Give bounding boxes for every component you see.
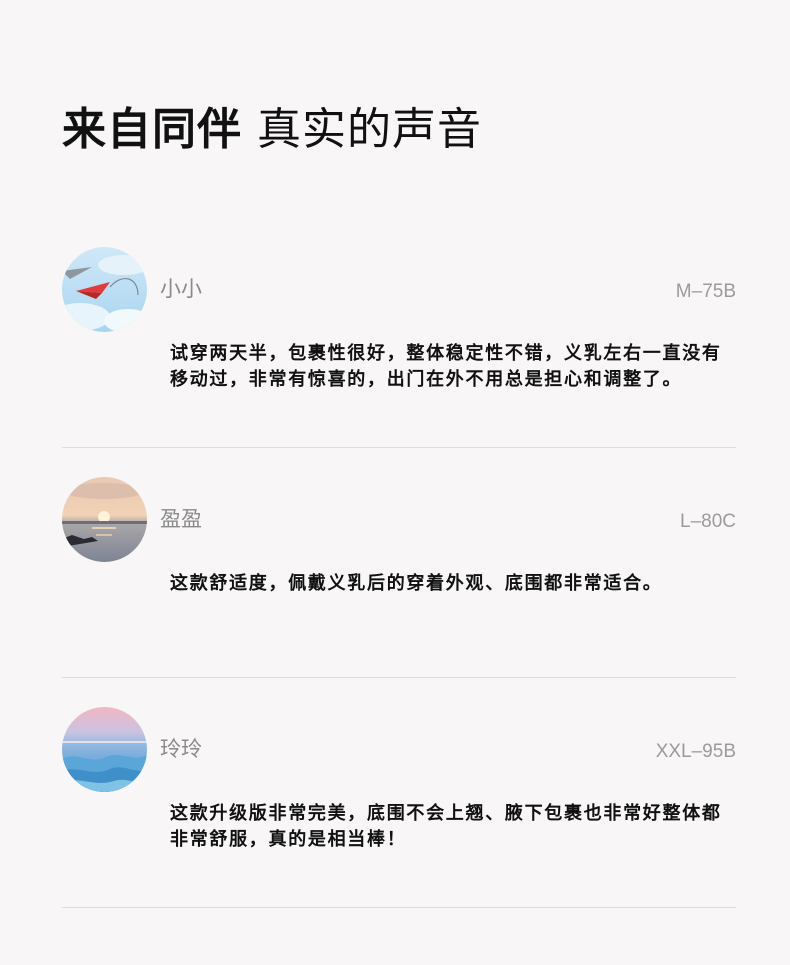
avatar bbox=[62, 247, 147, 332]
divider bbox=[62, 677, 736, 678]
user-name: 玲玲 bbox=[160, 737, 202, 761]
ocean-wave-avatar-image bbox=[62, 707, 147, 792]
page-title-sub: 真实的声音 bbox=[242, 104, 482, 155]
paper-plane-avatar-image bbox=[62, 247, 147, 332]
review-card: 小小 M–75B 试穿两天半，包裹性很好，整体稳定性不错，义乳左右一直没有移动过… bbox=[62, 247, 736, 477]
user-name: 小小 bbox=[160, 277, 202, 301]
review-card: 盈盈 L–80C 这款舒适度，佩戴义乳后的穿着外观、底围都非常适合。 bbox=[62, 477, 736, 707]
user-name: 盈盈 bbox=[160, 507, 202, 531]
avatar bbox=[62, 477, 147, 562]
sunset-avatar-image bbox=[62, 477, 147, 562]
avatar bbox=[62, 707, 147, 792]
page-title: 来自同伴 真实的声音 bbox=[62, 100, 482, 160]
review-text: 这款升级版非常完美，底围不会上翘、腋下包裹也非常好整体都非常舒服，真的是相当棒！ bbox=[170, 803, 722, 850]
size-label: XXL–95B bbox=[655, 741, 736, 762]
review-card: 玲玲 XXL–95B 这款升级版非常完美，底围不会上翘、腋下包裹也非常好整体都非… bbox=[62, 707, 736, 937]
divider bbox=[62, 907, 736, 908]
divider bbox=[62, 447, 736, 448]
size-label: L–80C bbox=[680, 511, 736, 532]
size-label: M–75B bbox=[675, 281, 736, 302]
review-text: 试穿两天半，包裹性很好，整体稳定性不错，义乳左右一直没有移动过，非常有惊喜的，出… bbox=[170, 343, 722, 390]
page-title-main: 来自同伴 bbox=[62, 104, 242, 155]
review-text: 这款舒适度，佩戴义乳后的穿着外观、底围都非常适合。 bbox=[170, 573, 663, 594]
